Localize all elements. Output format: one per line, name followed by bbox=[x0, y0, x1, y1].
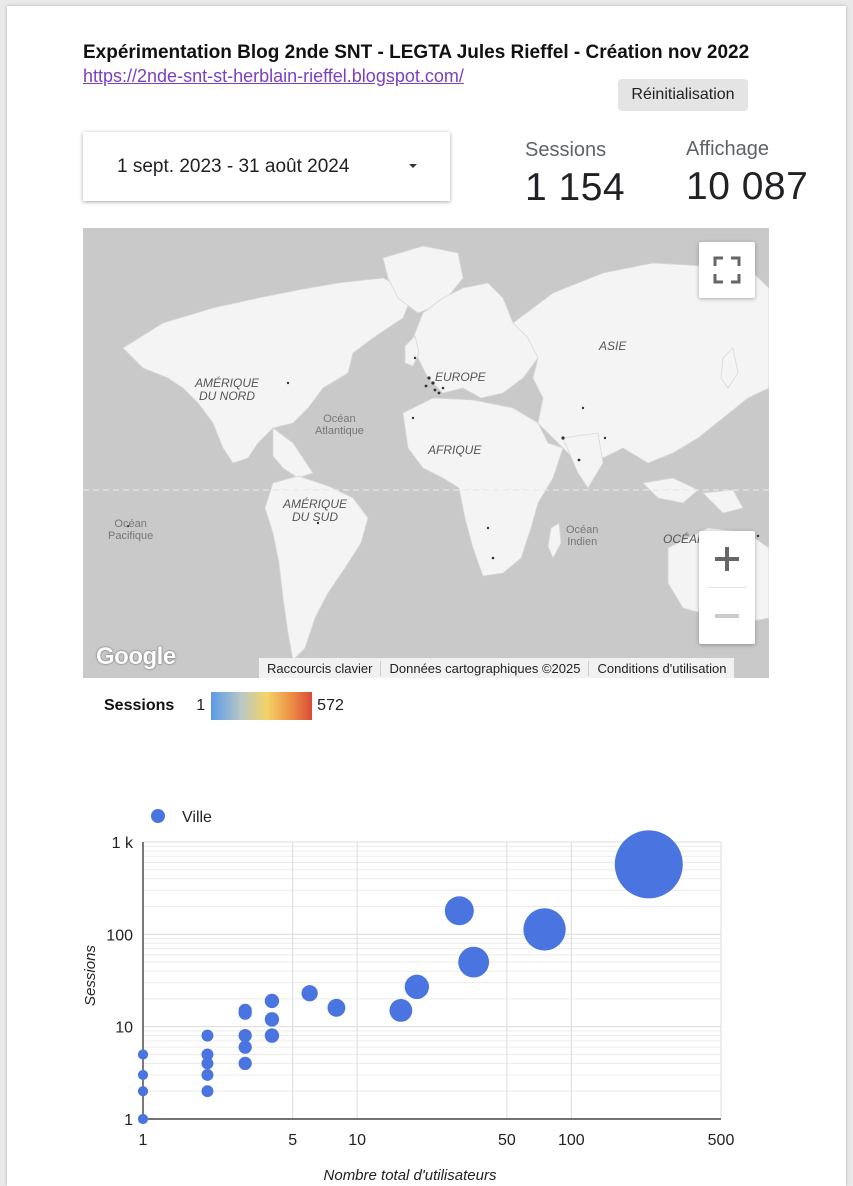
caret-down-icon bbox=[409, 164, 417, 168]
data-point bbox=[238, 1056, 252, 1071]
y-tick-label: 1 k bbox=[112, 835, 134, 852]
kpi-views-value: 10 087 bbox=[686, 165, 809, 208]
zoom-control bbox=[699, 531, 755, 644]
south-america-line1: AMÉRIQUE bbox=[283, 497, 348, 511]
continent-label-europe: EUROPE bbox=[435, 370, 486, 384]
data-point bbox=[264, 993, 280, 1009]
color-legend-min: 1 bbox=[196, 697, 206, 714]
data-point bbox=[137, 1086, 149, 1097]
terms-link[interactable]: Conditions d'utilisation bbox=[589, 661, 734, 676]
data-point bbox=[201, 1048, 214, 1061]
x-axis-label: Nombre total d'utilisateurs bbox=[324, 1167, 497, 1184]
data-point bbox=[444, 896, 474, 926]
kpi-sessions-label: Sessions bbox=[525, 139, 607, 161]
data-point bbox=[201, 1029, 214, 1042]
kpi-views-label: Affichage bbox=[686, 138, 770, 160]
legend-marker bbox=[151, 809, 165, 823]
minus-icon bbox=[715, 614, 739, 618]
y-tick-label: 100 bbox=[106, 927, 133, 944]
report-page: Expérimentation Blog 2nde SNT - LEGTA Ju… bbox=[7, 6, 846, 1186]
data-point bbox=[238, 1003, 252, 1018]
data-point bbox=[201, 1068, 214, 1081]
reset-button[interactable]: Réinitialisation bbox=[618, 79, 748, 111]
report-title: Expérimentation Blog 2nde SNT - LEGTA Ju… bbox=[83, 42, 750, 63]
ocean-label-indian: Océan Indien bbox=[566, 524, 599, 548]
x-tick-label: 100 bbox=[558, 1132, 585, 1149]
data-point bbox=[137, 1049, 149, 1060]
x-tick-label: 500 bbox=[708, 1132, 735, 1149]
data-point bbox=[264, 1012, 280, 1027]
color-legend-gradient bbox=[211, 692, 313, 720]
data-point bbox=[238, 1028, 252, 1043]
world-map-shapes bbox=[83, 245, 769, 661]
y-tick-label: 1 bbox=[124, 1112, 133, 1129]
continent-label-south-america: AMÉRIQUE DU SUD bbox=[283, 498, 347, 524]
y-axis-label: Sessions bbox=[82, 945, 99, 1006]
plus-icon bbox=[715, 547, 739, 571]
data-point bbox=[389, 999, 413, 1022]
continent-label-asia: ASIE bbox=[599, 339, 627, 353]
keyboard-shortcuts-link[interactable]: Raccourcis clavier bbox=[259, 660, 382, 676]
data-point bbox=[327, 998, 346, 1017]
ocean-label-pacific: Océan Pacifique bbox=[108, 518, 154, 542]
x-tick-label: 10 bbox=[348, 1132, 366, 1149]
kpi-sessions: Sessions 1 154 bbox=[525, 139, 625, 210]
blog-link[interactable]: https://2nde-snt-st-herblain-rieffel.blo… bbox=[83, 66, 464, 87]
color-legend-title: Sessions bbox=[104, 697, 175, 714]
date-range-picker[interactable]: 1 sept. 2023 - 31 août 2024 bbox=[83, 132, 450, 201]
north-america-line1: AMÉRIQUE bbox=[195, 376, 260, 390]
scatter-chart: 1 5 10 50 100 500 1 10 100 1 k Nombre total d'util… bbox=[82, 809, 735, 1184]
y-tick-label: 10 bbox=[115, 1020, 133, 1037]
x-tick-label: 1 bbox=[139, 1132, 148, 1149]
fullscreen-button[interactable] bbox=[699, 242, 755, 298]
map-attribution: Raccourcis clavier Données cartographiqu… bbox=[259, 658, 735, 678]
google-logo[interactable]: Google bbox=[96, 643, 176, 671]
zoom-in-button[interactable] bbox=[699, 531, 755, 587]
data-point bbox=[404, 974, 430, 999]
ocean-label-atlantic: Océan Atlantique bbox=[315, 413, 364, 437]
data-point bbox=[137, 1069, 149, 1081]
date-range-value: 1 sept. 2023 - 31 août 2024 bbox=[117, 155, 350, 177]
continent-label-africa: AFRIQUE bbox=[428, 443, 482, 457]
color-legend-max: 572 bbox=[317, 697, 344, 714]
data-point bbox=[614, 830, 683, 899]
data-point bbox=[301, 985, 318, 1002]
geo-map[interactable]: AMÉRIQUE DU NORD EUROPE ASIE AFRIQUE AMÉR… bbox=[83, 228, 769, 678]
north-america-line2: DU NORD bbox=[199, 389, 255, 403]
x-tick-label: 5 bbox=[288, 1132, 297, 1149]
kpi-sessions-value: 1 154 bbox=[525, 166, 626, 209]
data-point bbox=[137, 1113, 149, 1125]
data-point bbox=[238, 1040, 252, 1054]
legend-label: Ville bbox=[182, 809, 212, 826]
kpi-views: Affichage 10 087 bbox=[686, 138, 808, 209]
map-data-credit: Données cartographiques ©2025 bbox=[381, 660, 590, 676]
data-point bbox=[523, 908, 566, 951]
continent-label-north-america: AMÉRIQUE DU NORD bbox=[195, 377, 259, 403]
zoom-out-button[interactable] bbox=[699, 588, 755, 644]
data-point bbox=[458, 946, 490, 978]
south-america-line2: DU SUD bbox=[292, 510, 339, 524]
color-legend: Sessions 1 572 bbox=[104, 692, 344, 720]
data-point bbox=[201, 1085, 214, 1098]
data-point bbox=[264, 1028, 280, 1043]
fullscreen-icon bbox=[713, 256, 741, 284]
x-tick-label: 50 bbox=[498, 1132, 516, 1149]
